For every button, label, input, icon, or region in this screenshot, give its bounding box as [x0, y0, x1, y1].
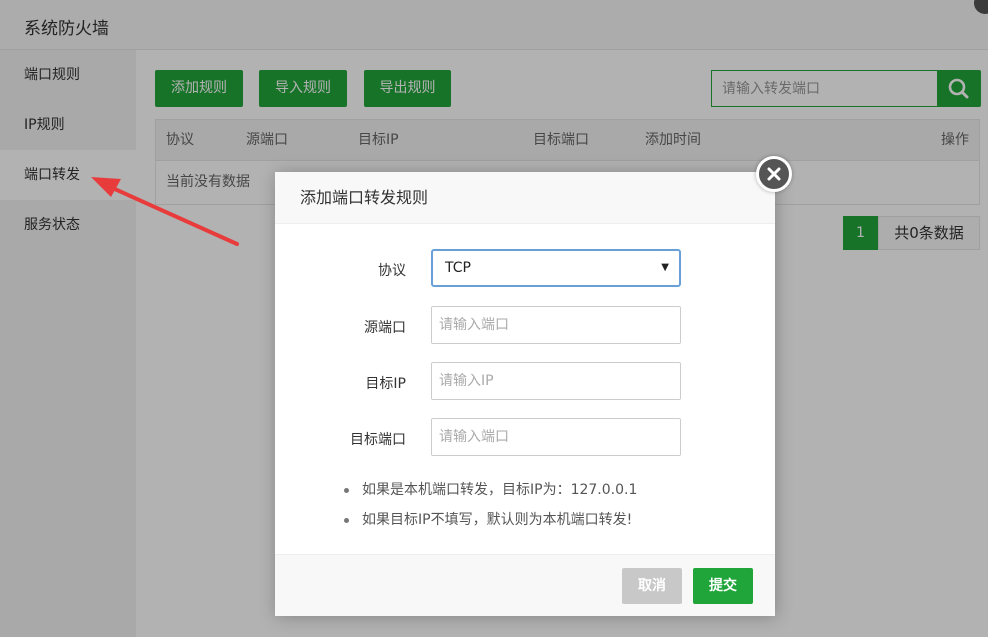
protocol-select[interactable]: TCP ▼	[431, 249, 681, 287]
add-forwarding-dialog: 添加端口转发规则 协议 TCP ▼ 源端口 目标IP 目标端口 如果是本机端口转…	[275, 156, 792, 616]
source-port-input[interactable]	[432, 307, 680, 343]
dialog-header: 添加端口转发规则	[275, 172, 775, 224]
protocol-label: 协议	[378, 263, 406, 279]
cancel-button[interactable]: 取消	[622, 568, 682, 604]
source-port-field-box	[431, 306, 681, 344]
target-ip-input[interactable]	[432, 363, 680, 399]
target-ip-label: 目标IP	[365, 376, 406, 392]
dialog-title: 添加端口转发规则	[300, 188, 429, 207]
target-port-field-box	[431, 418, 681, 456]
protocol-select-value: TCP	[445, 260, 471, 276]
help-tip: 如果目标IP不填写，默认则为本机端口转发!	[342, 510, 637, 540]
help-tip: 如果是本机端口转发，目标IP为：127.0.0.1	[342, 480, 637, 510]
help-tips: 如果是本机端口转发，目标IP为：127.0.0.1 如果目标IP不填写，默认则为…	[342, 480, 637, 540]
dialog-footer: 取消 提交	[275, 554, 775, 616]
source-port-label: 源端口	[364, 320, 406, 336]
close-icon	[767, 167, 781, 181]
submit-button[interactable]: 提交	[693, 568, 753, 604]
target-port-label: 目标端口	[350, 432, 406, 448]
target-ip-field-box	[431, 362, 681, 400]
dialog-close-button[interactable]	[756, 156, 792, 192]
chevron-down-icon: ▼	[661, 262, 669, 273]
target-port-input[interactable]	[432, 419, 680, 455]
